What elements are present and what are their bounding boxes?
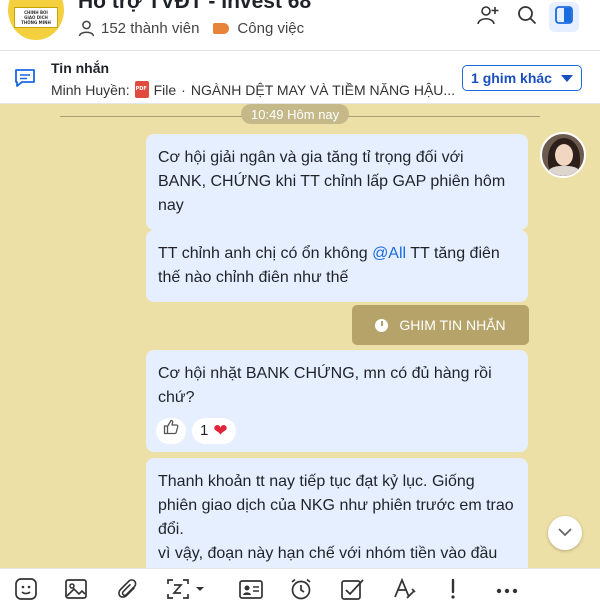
add-user-icon bbox=[476, 4, 500, 31]
urgent-icon bbox=[448, 577, 458, 600]
group-avatar[interactable]: CHINH BOI GIAO DICH THÔNG MINH bbox=[8, 0, 64, 40]
reaction-count: 1 bbox=[200, 422, 209, 439]
avatar-shirt bbox=[548, 166, 580, 176]
group-name[interactable]: Hỗ trợ TVĐT - Invest 68 bbox=[78, 0, 311, 14]
chevron-down-icon bbox=[557, 524, 573, 542]
sender-avatar[interactable] bbox=[540, 132, 586, 178]
add-reaction-button[interactable] bbox=[156, 418, 186, 444]
pinned-preview[interactable]: Minh Huyền: File · NGÀNH DỆT MAY VÀ TIỀM… bbox=[51, 81, 455, 98]
sticker-icon bbox=[14, 577, 38, 600]
search-icon bbox=[517, 5, 537, 30]
search-button[interactable] bbox=[512, 2, 542, 32]
pinned-title: Tin nhắn bbox=[51, 60, 110, 76]
pdf-file-icon bbox=[134, 81, 149, 98]
pin-message-label: GHIM TIN NHẮN bbox=[399, 317, 506, 333]
message-text: Cơ hội giải ngân và gia tăng tỉ trọng đố… bbox=[158, 149, 506, 214]
heart-icon: ❤ bbox=[213, 421, 228, 440]
members-icon bbox=[78, 20, 95, 37]
reaction-bar: 1 ❤ bbox=[156, 418, 516, 444]
message-icon bbox=[14, 68, 36, 93]
message-text: Cơ hội nhặt BANK CHỨNG, mn có đủ hàng rồ… bbox=[158, 365, 492, 406]
reminder-icon bbox=[289, 577, 313, 600]
message-bubble[interactable]: Cơ hội nhặt BANK CHỨNG, mn có đủ hàng rồ… bbox=[146, 350, 528, 452]
thumbs-up-icon bbox=[163, 419, 179, 443]
category-tag-icon bbox=[213, 23, 230, 34]
toggle-info-panel-button[interactable] bbox=[549, 2, 579, 32]
time-divider: 10:49 Hôm nay bbox=[241, 104, 350, 124]
attachment-icon bbox=[117, 577, 139, 600]
urgent-button[interactable] bbox=[448, 577, 458, 600]
message-text: TT chỉnh anh chị có ổn không bbox=[158, 245, 373, 262]
member-count[interactable]: 152 thành viên bbox=[101, 20, 199, 37]
avatar-face bbox=[555, 144, 573, 166]
separator-dot: · bbox=[181, 81, 186, 98]
composer-toolbar bbox=[0, 568, 600, 600]
group-meta: 152 thành viên Công việc bbox=[78, 20, 304, 37]
group-avatar-badge: CHINH BOI GIAO DICH THÔNG MINH bbox=[14, 6, 58, 28]
format-text-icon bbox=[392, 577, 416, 600]
category-label[interactable]: Công việc bbox=[237, 20, 304, 37]
pin-message-button[interactable]: GHIM TIN NHẮN bbox=[352, 305, 529, 345]
pinned-file-name: NGÀNH DỆT MAY VÀ TIỀM NĂNG HẬU... bbox=[190, 81, 456, 98]
message-bubble[interactable]: TT chỉnh anh chị có ổn không @All TT tăn… bbox=[146, 230, 528, 302]
chat-header: CHINH BOI GIAO DICH THÔNG MINH Hỗ trợ TV… bbox=[0, 0, 600, 50]
message-list[interactable]: 10:49 Hôm nay Cơ hội giải ngân và gia tă… bbox=[0, 104, 600, 568]
screenshot-icon bbox=[166, 577, 208, 600]
task-icon bbox=[340, 577, 366, 600]
format-text-button[interactable] bbox=[392, 577, 416, 600]
more-icon bbox=[494, 577, 520, 600]
message-bubble[interactable]: Thanh khoản tt nay tiếp tục đạt kỷ lục. … bbox=[146, 458, 528, 568]
add-member-button[interactable] bbox=[473, 2, 503, 32]
screenshot-button[interactable] bbox=[166, 577, 208, 600]
image-button[interactable] bbox=[64, 577, 88, 600]
image-icon bbox=[64, 577, 88, 600]
reminder-button[interactable] bbox=[289, 577, 313, 600]
sticker-button[interactable] bbox=[14, 577, 38, 600]
scroll-to-bottom-button[interactable] bbox=[548, 516, 582, 550]
task-button[interactable] bbox=[340, 577, 366, 600]
contact-card-icon bbox=[238, 577, 264, 600]
clock-icon bbox=[375, 318, 389, 332]
panel-toggle-icon bbox=[555, 5, 573, 29]
message-bubble[interactable]: Cơ hội giải ngân và gia tăng tỉ trọng đố… bbox=[146, 134, 528, 230]
pinned-file-label: File bbox=[153, 81, 177, 98]
avatar-text-line: THÔNG MINH bbox=[21, 19, 51, 25]
contact-card-button[interactable] bbox=[238, 577, 264, 600]
more-options-button[interactable] bbox=[494, 577, 520, 600]
message-text: Thanh khoản tt nay tiếp tục đạt kỷ lục. … bbox=[158, 473, 514, 538]
pinned-sender: Minh Huyền: bbox=[51, 81, 130, 98]
reaction-summary[interactable]: 1 ❤ bbox=[192, 418, 236, 444]
pinned-message-bar[interactable]: Tin nhắn Minh Huyền: File · NGÀNH DỆT MA… bbox=[0, 50, 600, 104]
more-pins-label: 1 ghim khác bbox=[471, 70, 552, 86]
more-pins-dropdown[interactable]: 1 ghim khác bbox=[462, 65, 582, 91]
message-text: vì vậy, đoạn này hạn chế với nhóm tiền v… bbox=[158, 545, 498, 562]
attach-file-button[interactable] bbox=[117, 577, 139, 600]
chevron-down-icon bbox=[560, 74, 573, 82]
mention-all[interactable]: @All bbox=[372, 245, 406, 262]
